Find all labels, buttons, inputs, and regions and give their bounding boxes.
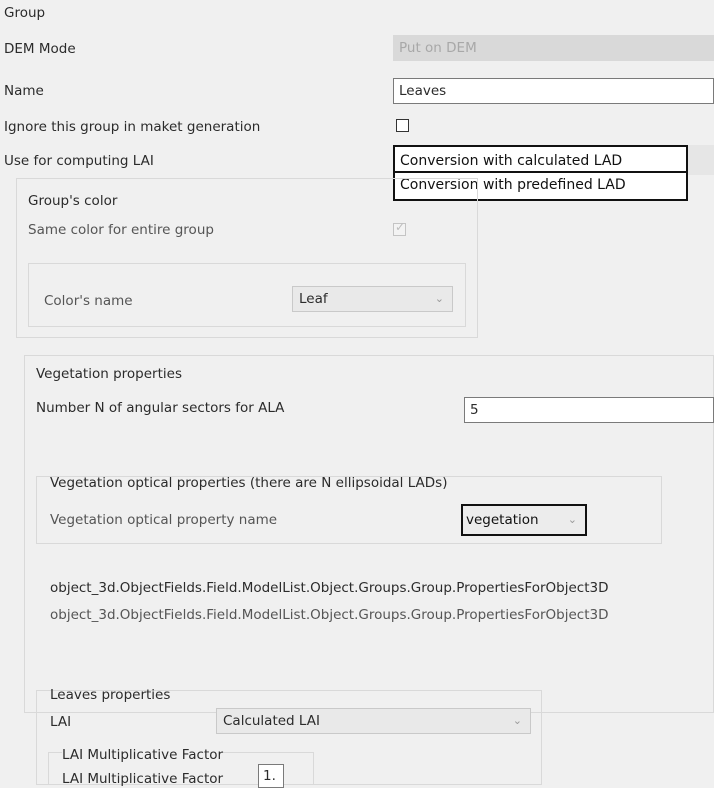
object-path-label: object_3d.ObjectFields.Field.ModelList.O…	[50, 580, 609, 596]
optical-title: Vegetation optical properties (there are…	[50, 475, 448, 491]
optical-property-label: Vegetation optical property name	[50, 512, 278, 528]
name-input[interactable]: Leaves	[393, 78, 714, 104]
lai-option-calculated[interactable]: Conversion with calculated LAD	[400, 150, 622, 172]
group-title: Group	[4, 5, 46, 21]
same-color-checkbox: ✓	[393, 220, 406, 236]
optical-property-value: vegetation	[466, 512, 539, 528]
chevron-down-icon: ⌄	[434, 292, 444, 305]
color-name-label: Color's name	[44, 293, 133, 309]
lai-factor-label: LAI Multiplicative Factor	[62, 771, 224, 787]
lai-option-separator	[393, 171, 688, 173]
use-for-lai-label: Use for computing LAI	[4, 153, 154, 169]
color-name-value: Leaf	[299, 291, 328, 307]
dem-mode-field: Put on DEM	[393, 35, 714, 61]
vegetation-title: Vegetation properties	[36, 366, 182, 382]
lai-select[interactable]: Calculated LAI ⌄	[216, 708, 531, 734]
group-color-title: Group's color	[28, 193, 118, 209]
check-icon: ✓	[395, 220, 406, 234]
name-label: Name	[4, 83, 44, 99]
ignore-group-checkbox[interactable]	[396, 119, 409, 132]
chevron-down-icon: ⌄	[567, 513, 577, 526]
dem-mode-label: DEM Mode	[4, 41, 76, 57]
same-color-label: Same color for entire group	[28, 222, 214, 238]
lai-factor-input[interactable]: 1.	[258, 764, 284, 788]
color-name-select[interactable]: Leaf ⌄	[292, 286, 453, 312]
lai-label: LAI	[50, 714, 72, 730]
ignore-group-label: Ignore this group in maket generation	[4, 119, 261, 135]
optical-property-select[interactable]: vegetation ⌄	[461, 504, 587, 536]
leaves-title: Leaves properties	[50, 687, 171, 703]
sectors-input[interactable]: 5	[464, 397, 714, 423]
lai-factor-title: LAI Multiplicative Factor	[62, 746, 224, 764]
object-path-label-secondary: object_3d.ObjectFields.Field.ModelList.O…	[50, 607, 609, 623]
chevron-down-icon: ⌄	[512, 714, 522, 727]
sectors-label: Number N of angular sectors for ALA	[36, 400, 285, 416]
lai-value: Calculated LAI	[223, 713, 320, 729]
